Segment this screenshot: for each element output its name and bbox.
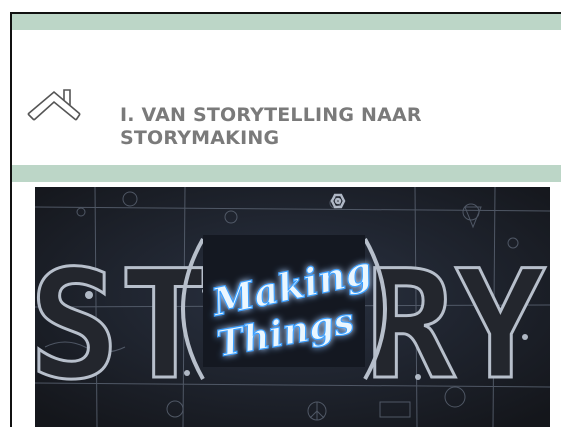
- title-line-2: STORYMAKING: [120, 127, 280, 149]
- top-accent-band: [12, 14, 561, 30]
- story-making-things-photo: ST RY Making Things: [35, 187, 550, 427]
- divider-accent-band: [12, 165, 561, 182]
- slide: I. VAN STORYTELLING NAAR STORYMAKING ST …: [10, 12, 561, 427]
- title-line-1: I. VAN STORYTELLING NAAR: [120, 104, 422, 126]
- photo-letters-right: RY: [365, 239, 546, 413]
- home-outline-icon[interactable]: [26, 84, 84, 124]
- slide-title: I. VAN STORYTELLING NAAR STORYMAKING: [120, 104, 540, 150]
